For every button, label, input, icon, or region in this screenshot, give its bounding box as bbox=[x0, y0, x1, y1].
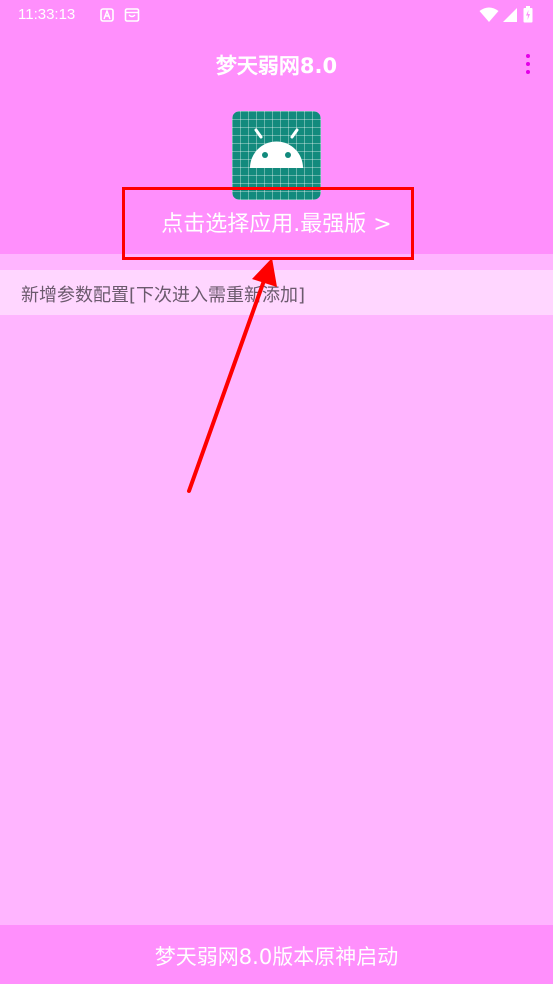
app-screen: 11:33:13 梦天弱网8.0 点击选择应用.最强版 > 新增参数配置[下次进… bbox=[0, 0, 553, 984]
status-time: 11:33:13 bbox=[18, 6, 76, 23]
page-title: 梦天弱网8.0 bbox=[215, 54, 338, 78]
menu-dot bbox=[526, 62, 530, 66]
a-notification-icon bbox=[100, 8, 114, 22]
launch-button[interactable]: 梦天弱网8.0版本原神启动 bbox=[0, 925, 553, 984]
store-icon bbox=[124, 8, 140, 22]
more-vert-icon bbox=[526, 54, 530, 58]
add-config-label: 新增参数配置[下次进入需重新添加] bbox=[21, 285, 306, 306]
launch-button-label: 梦天弱网8.0版本原神启动 bbox=[154, 945, 399, 969]
add-config-row[interactable]: 新增参数配置[下次进入需重新添加] bbox=[0, 270, 553, 315]
battery-icon bbox=[523, 6, 533, 23]
annotation-highlight-box bbox=[122, 187, 414, 260]
status-bar: 11:33:13 bbox=[0, 0, 553, 32]
overflow-menu-button[interactable] bbox=[521, 52, 535, 76]
signal-icon bbox=[503, 8, 517, 22]
menu-dot bbox=[526, 70, 530, 74]
wifi-icon bbox=[479, 7, 499, 22]
